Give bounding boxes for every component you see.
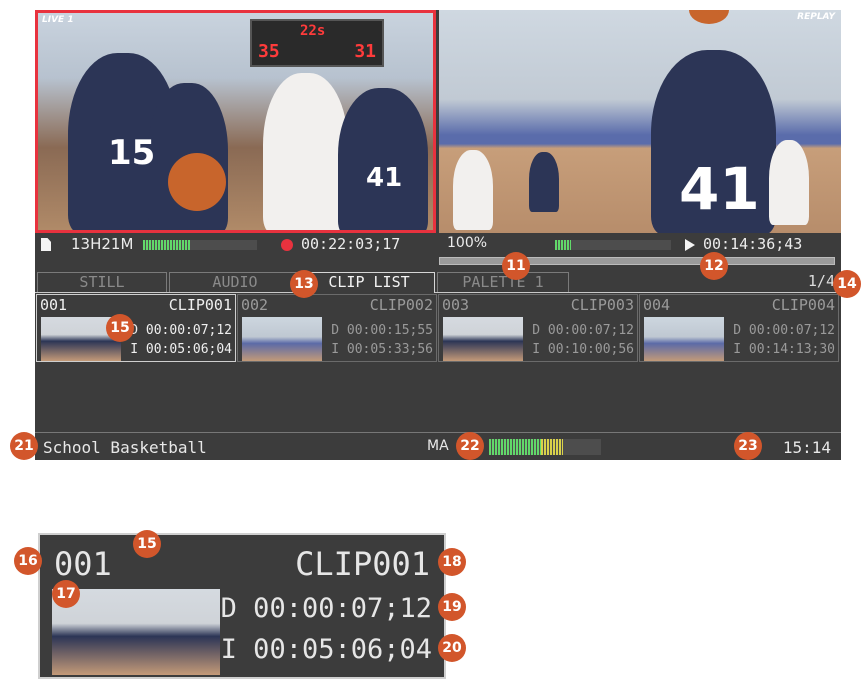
playback-progress-bar[interactable] — [439, 257, 835, 265]
tab-still[interactable]: STILL — [37, 272, 167, 292]
player-figure — [338, 88, 428, 230]
callout-14: 14 — [833, 270, 861, 298]
player-figure — [453, 150, 493, 230]
master-audio-meter — [489, 439, 601, 455]
clip-name: CLIP002 — [369, 296, 433, 314]
zoom-clip-number: 001 — [54, 545, 112, 583]
player-figure — [263, 73, 348, 230]
project-name: School Basketball — [43, 438, 207, 457]
clip-thumbnail — [242, 317, 322, 361]
callout-13: 13 — [290, 270, 318, 298]
callout-16: 16 — [14, 547, 42, 575]
clip-thumbnail — [644, 317, 724, 361]
callout-18: 18 — [438, 548, 466, 576]
clip-cell[interactable]: 003 CLIP003 D 00:00:07;12 I 00:10:00;56 — [438, 294, 638, 362]
playback-status-row: 100% 00:14:36;43 — [439, 235, 841, 255]
clip-number: 003 — [442, 296, 470, 314]
zoom-level: 100% — [447, 235, 488, 251]
basketball — [168, 153, 226, 211]
record-level-meter — [143, 240, 257, 250]
callout-11: 11 — [502, 252, 530, 280]
bottom-status-bar: School Basketball MA 15:14 — [35, 432, 841, 460]
clip-cell[interactable]: 001 CLIP001 D 00:00:07;12 I 00:05:06;04 — [36, 294, 236, 362]
clip-in-point: I 00:10:00;56 — [532, 342, 634, 357]
clip-duration: D 00:00:07;12 — [733, 323, 835, 338]
clip-cell[interactable]: 004 CLIP004 D 00:00:07;12 I 00:14:13;30 — [639, 294, 839, 362]
callout-15-zoom: 15 — [133, 530, 161, 558]
zoom-clip-duration: D 00:00:07;12 — [220, 593, 432, 624]
scoreboard-away: 31 — [354, 41, 376, 62]
clip-number: 004 — [643, 296, 671, 314]
audio-master-label: MA — [427, 438, 449, 454]
replay-label: REPLAY — [797, 12, 835, 22]
jersey-number: 41 — [366, 163, 403, 193]
tab-clip-list[interactable]: CLIP LIST — [303, 272, 435, 293]
record-time: 00:22:03;17 — [301, 235, 401, 253]
scoreboard: 22s 35 31 — [250, 19, 384, 67]
zoom-clip-in-point: I 00:05:06;04 — [220, 634, 432, 665]
play-time: 00:14:36;43 — [703, 235, 803, 253]
record-dot-icon — [281, 239, 293, 251]
remaining-time: 13H21M — [71, 235, 134, 253]
clip-number: 002 — [241, 296, 269, 314]
tab-palette-1[interactable]: PALETTE 1 — [437, 272, 569, 292]
callout-15: 15 — [106, 314, 134, 342]
clip-duration: D 00:00:15;55 — [331, 323, 433, 338]
clip-name: CLIP004 — [771, 296, 835, 314]
callout-12: 12 — [700, 252, 728, 280]
page-indicator: 1/4 — [807, 272, 835, 290]
tab-audio[interactable]: AUDIO — [169, 272, 301, 292]
replay-video-pane[interactable]: REPLAY 41 — [439, 10, 841, 233]
playback-level-meter — [555, 240, 671, 250]
basketball — [689, 10, 729, 24]
player-figure — [769, 140, 809, 225]
device-screen: LIVE 1 22s 35 31 15 41 REPLAY 41 13H21M … — [35, 10, 841, 460]
clip-name: CLIP003 — [570, 296, 634, 314]
file-icon — [41, 238, 51, 251]
clip-number: 001 — [40, 296, 68, 314]
scoreboard-clock: 22s — [300, 23, 326, 39]
clip-cell[interactable]: 002 CLIP002 D 00:00:15;55 I 00:05:33;56 — [237, 294, 437, 362]
clip-cell-zoom-detail: 001 CLIP001 D 00:00:07;12 I 00:05:06;04 — [38, 533, 446, 679]
clip-in-point: I 00:05:33;56 — [331, 342, 433, 357]
jersey-number: 41 — [679, 155, 760, 223]
callout-22: 22 — [456, 432, 484, 460]
clip-name: CLIP001 — [168, 296, 232, 314]
clip-duration: D 00:00:07;12 — [532, 323, 634, 338]
player-figure — [529, 152, 559, 212]
callout-21: 21 — [10, 432, 38, 460]
jersey-number: 15 — [108, 133, 156, 173]
clip-in-point: I 00:14:13;30 — [733, 342, 835, 357]
clip-duration: D 00:00:07;12 — [130, 323, 232, 338]
callout-20: 20 — [438, 634, 466, 662]
clip-in-point: I 00:05:06;04 — [130, 342, 232, 357]
scoreboard-home: 35 — [258, 41, 280, 62]
record-status-row: 13H21M 00:22:03;17 — [35, 235, 435, 255]
clip-thumbnail — [443, 317, 523, 361]
callout-23: 23 — [734, 432, 762, 460]
live-label: LIVE 1 — [42, 15, 74, 25]
callout-19: 19 — [438, 593, 466, 621]
zoom-clip-name: CLIP001 — [295, 545, 430, 583]
live-video-pane[interactable]: LIVE 1 22s 35 31 15 41 — [35, 10, 436, 233]
callout-17: 17 — [52, 580, 80, 608]
play-icon — [685, 239, 695, 251]
clock-time: 15:14 — [782, 438, 831, 457]
